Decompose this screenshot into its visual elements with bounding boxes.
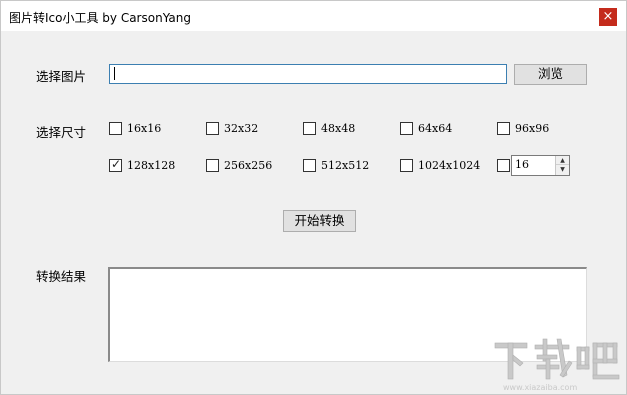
- size-checkbox[interactable]: [109, 122, 122, 135]
- image-path-input[interactable]: [109, 64, 507, 84]
- text-caret: [114, 67, 115, 80]
- watermark-url: www.xiazaiba.com: [503, 383, 577, 392]
- size-option-64x64[interactable]: 64x64: [400, 121, 485, 137]
- browse-button[interactable]: 浏览: [514, 64, 587, 85]
- size-checkbox[interactable]: [206, 122, 219, 135]
- spinner-buttons: ▲ ▼: [555, 156, 569, 175]
- size-option-256x256[interactable]: 256x256: [206, 158, 291, 174]
- size-checkbox-label: 32x32: [224, 122, 259, 135]
- size-checkbox[interactable]: [303, 159, 316, 172]
- size-checkbox-label: 128x128: [127, 159, 176, 172]
- size-checkbox-label: 16x16: [127, 122, 162, 135]
- size-option-1024x1024[interactable]: 1024x1024: [400, 158, 485, 174]
- size-checkbox-label: 48x48: [321, 122, 356, 135]
- size-checkbox-label: 256x256: [224, 159, 273, 172]
- custom-size-spinner[interactable]: 16 ▲ ▼: [511, 155, 570, 176]
- size-checkbox[interactable]: [400, 122, 413, 135]
- size-option-32x32[interactable]: 32x32: [206, 121, 291, 137]
- app-window: 图片转Ico小工具 by CarsonYang × 选择图片 浏览 选择尺寸 1…: [0, 0, 627, 395]
- custom-size-checkbox[interactable]: [497, 159, 510, 172]
- size-checkbox[interactable]: [206, 159, 219, 172]
- close-icon: ×: [602, 9, 614, 24]
- size-checkbox-label: 96x96: [515, 122, 550, 135]
- size-checkbox[interactable]: [400, 159, 413, 172]
- size-checkbox-label: 64x64: [418, 122, 453, 135]
- size-option-512x512[interactable]: 512x512: [303, 158, 388, 174]
- close-button[interactable]: ×: [599, 8, 617, 26]
- spinner-up-icon[interactable]: ▲: [556, 156, 569, 165]
- select-image-label: 选择图片: [36, 69, 87, 84]
- size-option-128x128[interactable]: ✓ 128x128: [109, 157, 194, 174]
- result-label: 转换结果: [36, 269, 87, 284]
- checkmark-icon: ✓: [111, 157, 122, 171]
- size-checkbox[interactable]: ✓: [109, 157, 122, 172]
- size-option-16x16[interactable]: 16x16: [109, 121, 194, 137]
- window-title: 图片转Ico小工具 by CarsonYang: [9, 11, 191, 25]
- custom-size-value[interactable]: 16: [515, 158, 529, 171]
- select-size-label: 选择尺寸: [36, 125, 87, 140]
- site-watermark-logo: www.xiazaiba.com: [494, 338, 620, 392]
- size-option-96x96[interactable]: 96x96: [497, 121, 582, 137]
- size-checkbox[interactable]: [303, 122, 316, 135]
- size-option-48x48[interactable]: 48x48: [303, 121, 388, 137]
- size-checkbox-label: 512x512: [321, 159, 370, 172]
- size-checkbox[interactable]: [497, 122, 510, 135]
- title-bar: 图片转Ico小工具 by CarsonYang ×: [1, 1, 626, 31]
- start-convert-button[interactable]: 开始转换: [283, 210, 356, 232]
- size-checkbox-label: 1024x1024: [418, 159, 481, 172]
- custom-size-option[interactable]: [497, 158, 511, 174]
- spinner-down-icon[interactable]: ▼: [556, 165, 569, 174]
